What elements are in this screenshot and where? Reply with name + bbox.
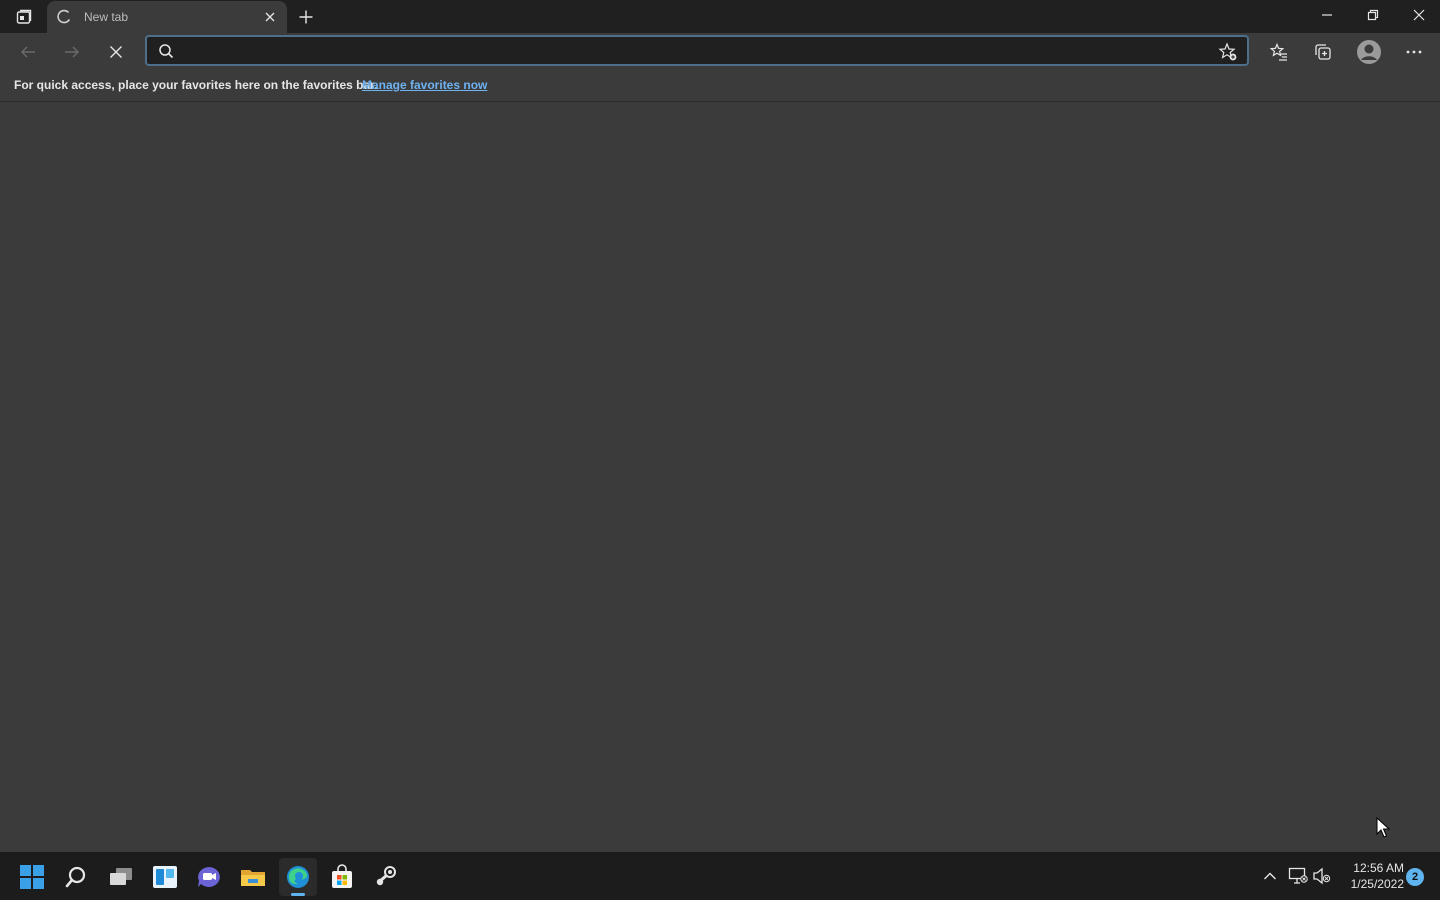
teams-chat-button[interactable] <box>190 858 228 896</box>
loading-spinner-icon <box>57 9 70 24</box>
restore-icon <box>1367 9 1379 21</box>
edge-taskbar-button[interactable] <box>279 858 317 896</box>
plus-icon <box>299 10 313 24</box>
steam-button[interactable] <box>367 858 405 896</box>
clock-time: 12:56 AM <box>1353 861 1404 875</box>
forward-button[interactable] <box>56 37 88 67</box>
back-button[interactable] <box>12 37 44 67</box>
taskbar: 12:56 AM 1/25/2022 2 <box>0 852 1440 900</box>
new-tab-button[interactable] <box>294 5 318 29</box>
address-input[interactable] <box>183 40 1203 62</box>
title-bar: New tab <box>0 0 1440 33</box>
stop-loading-button[interactable] <box>100 37 132 67</box>
favorites-icon <box>1269 42 1287 61</box>
widgets-button[interactable] <box>146 858 184 896</box>
speaker-muted-icon <box>1313 867 1331 885</box>
tab-actions-button[interactable] <box>10 5 38 29</box>
tab-new-tab[interactable]: New tab <box>47 1 287 33</box>
close-icon <box>1413 9 1425 21</box>
add-favorite-button[interactable] <box>1217 41 1239 63</box>
volume-button[interactable] <box>1312 866 1332 886</box>
show-hidden-icons-button[interactable] <box>1260 866 1280 886</box>
page-content[interactable] <box>0 103 1440 852</box>
windows-logo-icon <box>20 865 44 889</box>
minimize-button[interactable] <box>1304 0 1350 30</box>
chevron-up-icon <box>1264 872 1276 880</box>
stop-icon <box>110 46 122 58</box>
browser-window: New tab For quick access, place your fav… <box>0 0 1440 852</box>
chat-icon <box>198 867 220 887</box>
manage-favorites-link[interactable]: Manage favorites now <box>362 78 487 92</box>
search-icon <box>65 866 86 888</box>
browser-toolbar <box>0 33 1440 71</box>
file-explorer-button[interactable] <box>234 858 272 896</box>
steam-icon <box>376 866 396 886</box>
favorites-button[interactable] <box>1262 36 1296 68</box>
network-icon <box>1288 867 1308 884</box>
taskbar-clock[interactable]: 12:56 AM 1/25/2022 <box>1340 860 1404 892</box>
collections-button[interactable] <box>1306 36 1340 68</box>
profile-button[interactable] <box>1352 36 1386 68</box>
tab-title: New tab <box>84 10 129 24</box>
back-arrow-icon <box>21 46 35 58</box>
network-button[interactable] <box>1288 866 1308 886</box>
favorites-bar-hint: For quick access, place your favorites h… <box>14 78 378 92</box>
edge-icon <box>287 866 309 888</box>
favorites-bar: For quick access, place your favorites h… <box>0 71 1440 102</box>
tab-actions-icon <box>16 9 32 24</box>
start-button[interactable] <box>13 858 51 896</box>
mouse-cursor-icon <box>1376 817 1391 838</box>
profile-icon <box>1357 40 1381 64</box>
star-add-icon <box>1218 42 1237 61</box>
task-view-icon <box>110 868 132 885</box>
widgets-icon <box>153 866 177 888</box>
minimize-icon <box>1322 14 1332 16</box>
taskbar-search-button[interactable] <box>57 858 95 896</box>
forward-arrow-icon <box>65 46 79 58</box>
collections-icon <box>1315 44 1331 60</box>
close-window-button[interactable] <box>1396 0 1440 30</box>
clock-date: 1/25/2022 <box>1350 877 1404 891</box>
close-icon <box>265 12 275 22</box>
search-icon <box>159 44 174 59</box>
store-button[interactable] <box>323 858 361 896</box>
task-view-button[interactable] <box>102 858 140 896</box>
store-icon <box>332 864 352 888</box>
tab-close-button[interactable] <box>261 8 279 26</box>
active-app-indicator <box>291 893 305 896</box>
folder-icon <box>241 870 265 886</box>
more-icon <box>1406 50 1422 54</box>
restore-button[interactable] <box>1350 0 1396 30</box>
notification-badge[interactable]: 2 <box>1406 868 1424 886</box>
more-menu-button[interactable] <box>1397 36 1431 68</box>
address-bar[interactable] <box>145 35 1249 66</box>
